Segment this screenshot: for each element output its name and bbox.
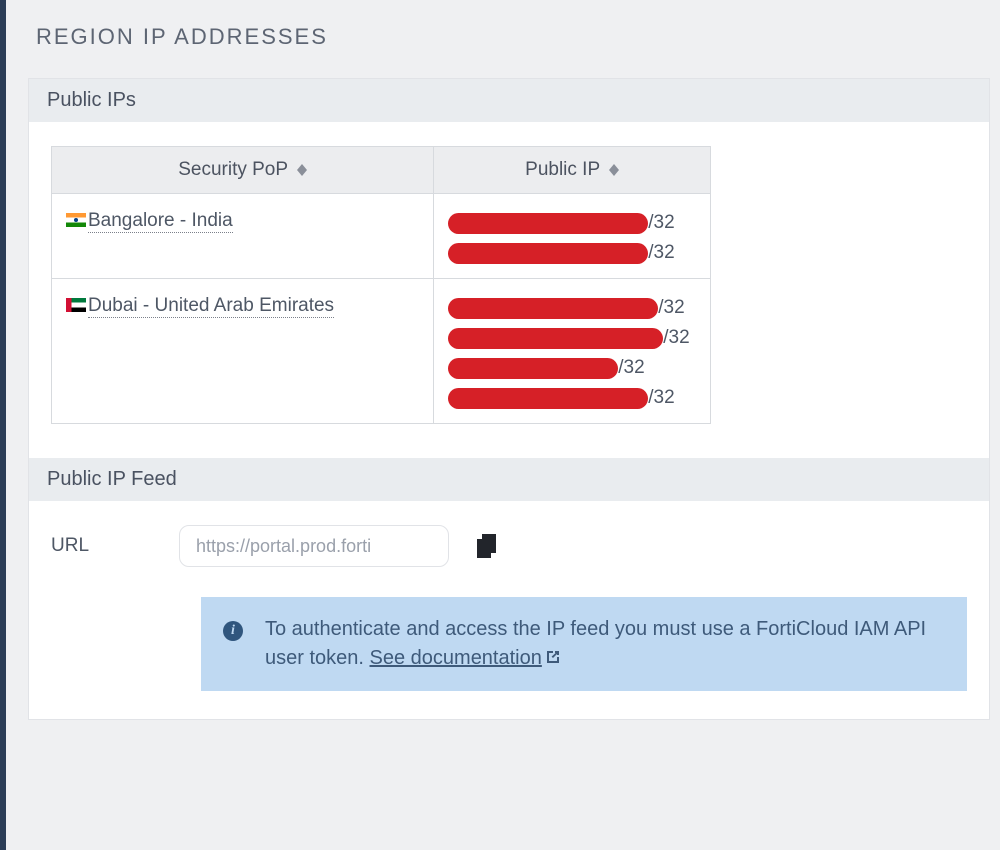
- ip-suffix: /32: [658, 297, 684, 319]
- region-ip-card: Public IPs Security PoP Public IP: [28, 78, 990, 720]
- ip-cell: /32/32: [434, 194, 711, 279]
- pop-label: Bangalore - India: [88, 210, 233, 233]
- info-text-container: To authenticate and access the IP feed y…: [265, 615, 941, 673]
- external-link-icon: [544, 648, 562, 666]
- redacted-ip: [448, 213, 648, 234]
- table-row: Bangalore - India/32/32: [52, 194, 711, 279]
- public-ips-tbody: Bangalore - India/32/32Dubai - United Ar…: [52, 194, 711, 424]
- ip-line: /32: [448, 387, 696, 409]
- info-text: To authenticate and access the IP feed y…: [265, 618, 926, 669]
- page-title: REGION IP ADDRESSES: [6, 24, 1000, 70]
- ip-cell: /32/32/32/32: [434, 279, 711, 424]
- redacted-ip: [448, 328, 663, 349]
- col-header-label: Public IP: [525, 159, 600, 180]
- public-ip-feed-header: Public IP Feed: [29, 458, 989, 501]
- uae-flag-icon: [66, 298, 86, 312]
- public-ips-header: Public IPs: [29, 79, 989, 122]
- sort-icon: [609, 164, 619, 176]
- public-ips-table: Security PoP Public IP: [51, 146, 711, 424]
- public-ips-body: Security PoP Public IP: [29, 122, 989, 458]
- table-row: Dubai - United Arab Emirates/32/32/32/32: [52, 279, 711, 424]
- col-header-label: Security PoP: [178, 159, 287, 180]
- ip-suffix: /32: [648, 212, 674, 234]
- ip-line: /32: [448, 297, 696, 319]
- ip-line: /32: [448, 212, 696, 234]
- ip-suffix: /32: [663, 327, 689, 349]
- see-documentation-link[interactable]: See documentation: [370, 647, 562, 669]
- pop-cell: Bangalore - India: [52, 194, 434, 279]
- copy-button[interactable]: [477, 534, 499, 558]
- public-ip-feed-body: URL i To authenticate and access the IP …: [29, 501, 989, 719]
- ip-line: /32: [448, 357, 696, 379]
- india-flag-icon: [66, 213, 86, 227]
- col-header-public-ip[interactable]: Public IP: [434, 147, 711, 194]
- info-icon: i: [223, 621, 243, 641]
- url-input[interactable]: [179, 525, 449, 567]
- ip-line: /32: [448, 327, 696, 349]
- redacted-ip: [448, 388, 648, 409]
- url-label: URL: [51, 535, 151, 557]
- info-banner: i To authenticate and access the IP feed…: [201, 597, 967, 691]
- ip-suffix: /32: [618, 357, 644, 379]
- sort-icon: [297, 164, 307, 176]
- ip-line: /32: [448, 242, 696, 264]
- redacted-ip: [448, 243, 648, 264]
- ip-suffix: /32: [648, 387, 674, 409]
- col-header-security-pop[interactable]: Security PoP: [52, 147, 434, 194]
- redacted-ip: [448, 298, 658, 319]
- pop-label: Dubai - United Arab Emirates: [88, 295, 334, 318]
- copy-icon: [477, 534, 499, 558]
- redacted-ip: [448, 358, 618, 379]
- pop-cell: Dubai - United Arab Emirates: [52, 279, 434, 424]
- ip-suffix: /32: [648, 242, 674, 264]
